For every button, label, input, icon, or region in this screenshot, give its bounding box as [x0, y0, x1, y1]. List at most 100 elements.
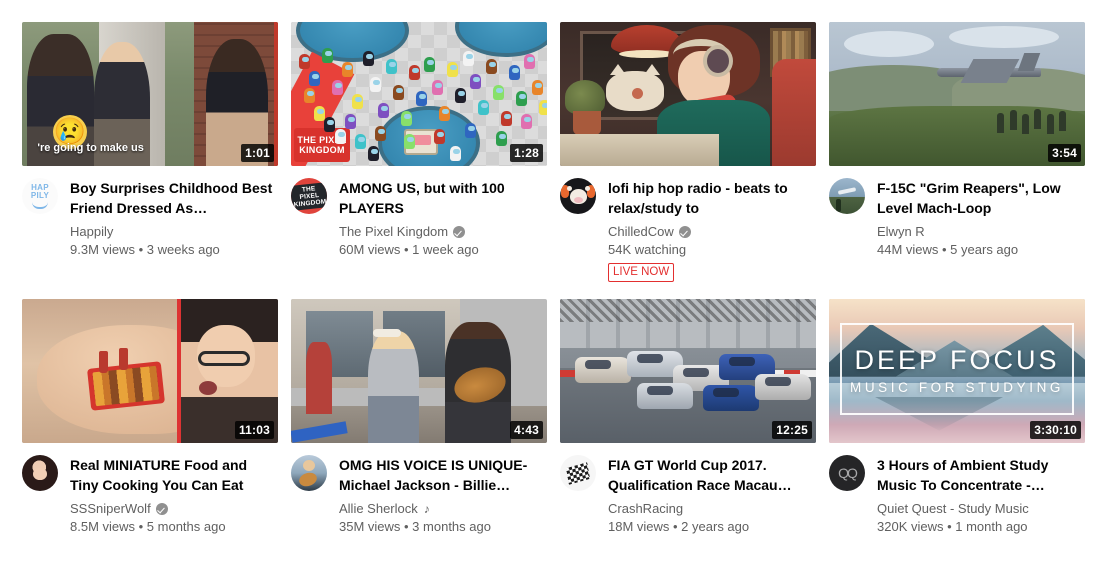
video-stats: 54K watching — [608, 242, 687, 257]
channel-avatar[interactable] — [22, 455, 58, 491]
video-title[interactable]: FIA GT World Cup 2017. Qualification Rac… — [608, 455, 816, 495]
crewmate-icon — [314, 105, 326, 121]
channel-row[interactable]: Elwyn R — [877, 223, 1085, 241]
video-card[interactable]: 3:54 F-15C "Grim Reapers", Low Level Mac… — [829, 22, 1085, 282]
channel-avatar[interactable] — [829, 178, 865, 214]
video-card[interactable]: THE PIXEL KINGDOM 1:28 THE PIXEL KINGDOM … — [291, 22, 547, 282]
thumb-decor — [98, 350, 108, 373]
video-details: OMG HIS VOICE IS UNIQUE- Michael Jackson… — [291, 455, 547, 536]
video-stats: 9.3M views • 3 weeks ago — [70, 242, 220, 257]
video-details: lofi hip hop radio - beats to relax/stud… — [560, 178, 816, 282]
video-title[interactable]: 3 Hours of Ambient Study Music To Concen… — [877, 455, 1085, 495]
crewmate-icon — [303, 88, 315, 104]
race-car-icon — [575, 356, 632, 383]
crewmate-icon — [523, 53, 535, 69]
crewmate-icon — [375, 125, 387, 141]
channel-row[interactable]: The Pixel Kingdom — [339, 223, 547, 241]
crewmate-icon — [385, 59, 397, 75]
thumbnail-title-text: DEEP FOCUS — [854, 345, 1060, 376]
video-thumbnail[interactable]: 12:25 — [560, 299, 816, 443]
crewmate-icon — [403, 134, 415, 150]
channel-avatar[interactable] — [560, 455, 596, 491]
channel-row[interactable]: Allie Sherlock ♪ — [339, 500, 547, 518]
video-thumbnail[interactable] — [560, 22, 816, 166]
avatar-text: THE PIXEL KINGDOM — [291, 181, 327, 211]
crewmate-icon — [362, 50, 374, 66]
video-card[interactable]: lofi hip hop radio - beats to relax/stud… — [560, 22, 816, 282]
channel-name: ChilledCow — [608, 224, 674, 239]
channel-name: Elwyn R — [877, 224, 925, 239]
video-duration-badge: 4:43 — [510, 421, 543, 439]
crewmate-icon — [539, 99, 547, 115]
crewmate-icon — [434, 128, 446, 144]
crewmate-icon — [516, 91, 528, 107]
crewmate-icon — [493, 85, 505, 101]
crewmate-icon — [308, 70, 320, 86]
channel-name: SSSniperWolf — [70, 501, 151, 516]
smile-icon — [32, 202, 48, 209]
crewmate-icon — [431, 79, 443, 95]
video-stats: 35M views • 3 months ago — [339, 519, 491, 534]
thumb-decor — [560, 134, 719, 166]
channel-row[interactable]: CrashRacing — [608, 500, 816, 518]
video-stats: 18M views • 2 years ago — [608, 519, 750, 534]
video-duration-badge: 1:28 — [510, 144, 543, 162]
thumb-decor — [949, 26, 1060, 49]
crewmate-icon — [416, 91, 428, 107]
channel-avatar[interactable]: QQ — [829, 455, 865, 491]
video-thumbnail[interactable]: THE PIXEL KINGDOM 1:28 — [291, 22, 547, 166]
video-thumbnail[interactable]: 3:54 — [829, 22, 1085, 166]
thumb-decor — [306, 342, 332, 415]
video-title[interactable]: Boy Surprises Childhood Best Friend Dres… — [70, 178, 278, 218]
video-title[interactable]: F-15C "Grim Reapers", Low Level Mach-Loo… — [877, 178, 1085, 218]
channel-row[interactable]: SSSniperWolf — [70, 500, 278, 518]
video-card[interactable]: 4:43 OMG HIS VOICE IS UNIQUE- Michael Ja… — [291, 299, 547, 536]
crewmate-icon — [355, 134, 366, 150]
video-thumbnail[interactable]: 11:03 — [22, 299, 278, 443]
crewmate-icon — [454, 88, 466, 104]
channel-avatar[interactable] — [291, 455, 327, 491]
video-title[interactable]: Real MINIATURE Food and Tiny Cooking You… — [70, 455, 278, 495]
video-details: THE PIXEL KINGDOM AMONG US, but with 100 … — [291, 178, 547, 259]
video-duration-badge: 3:30:10 — [1030, 421, 1081, 439]
checkered-flag-icon — [565, 461, 591, 485]
channel-row[interactable]: ChilledCow — [608, 223, 816, 241]
video-thumbnail[interactable]: DEEP FOCUS MUSIC FOR STUDYING 3:30:10 — [829, 299, 1085, 443]
crewmate-icon — [477, 99, 489, 115]
guitar-icon — [297, 470, 319, 489]
channel-name: Allie Sherlock — [339, 501, 418, 516]
crewmate-icon — [500, 111, 512, 127]
video-card[interactable]: DEEP FOCUS MUSIC FOR STUDYING 3:30:10 QQ… — [829, 299, 1085, 536]
channel-row[interactable]: Quiet Quest - Study Music — [877, 500, 1085, 518]
video-title[interactable]: OMG HIS VOICE IS UNIQUE- Michael Jackson… — [339, 455, 547, 495]
video-thumbnail[interactable]: 're going to make us 1:01 — [22, 22, 278, 166]
video-title[interactable]: AMONG US, but with 100 PLAYERS — [339, 178, 547, 218]
video-duration-badge: 11:03 — [234, 421, 274, 439]
crewmate-icon — [508, 65, 520, 81]
race-car-icon — [703, 385, 760, 412]
channel-row[interactable]: Happily — [70, 223, 278, 241]
channel-avatar[interactable]: HAP PILY — [22, 178, 58, 214]
glasses-icon — [197, 350, 250, 366]
thumb-decor — [772, 59, 816, 166]
live-now-badge: LIVE NOW — [608, 263, 675, 282]
avatar-monogram: QQ — [838, 465, 858, 481]
channel-avatar[interactable] — [560, 178, 596, 214]
video-card[interactable]: 12:25 FIA GT World Cup 2017. Qualificati… — [560, 299, 816, 536]
crewmate-icon — [485, 59, 497, 75]
crewmate-icon — [367, 145, 379, 161]
video-stats: 8.5M views • 5 months ago — [70, 519, 226, 534]
thumb-decor — [274, 22, 278, 166]
crewmate-icon — [470, 73, 482, 89]
channel-avatar[interactable]: THE PIXEL KINGDOM — [291, 178, 327, 214]
video-card[interactable]: 're going to make us 1:01 HAP PILY Boy S… — [22, 22, 278, 282]
video-thumbnail[interactable]: 4:43 — [291, 299, 547, 443]
thumbnail-image-among-us: THE PIXEL KINGDOM — [291, 22, 547, 166]
video-meta: lofi hip hop radio - beats to relax/stud… — [608, 178, 816, 282]
video-meta: 3 Hours of Ambient Study Music To Concen… — [877, 455, 1085, 536]
video-card[interactable]: 11:03 Real MINIATURE Food and Tiny Cooki… — [22, 299, 278, 536]
video-meta: AMONG US, but with 100 PLAYERS The Pixel… — [339, 178, 547, 259]
video-meta: OMG HIS VOICE IS UNIQUE- Michael Jackson… — [339, 455, 547, 536]
channel-name: CrashRacing — [608, 501, 684, 516]
video-title[interactable]: lofi hip hop radio - beats to relax/stud… — [608, 178, 816, 218]
